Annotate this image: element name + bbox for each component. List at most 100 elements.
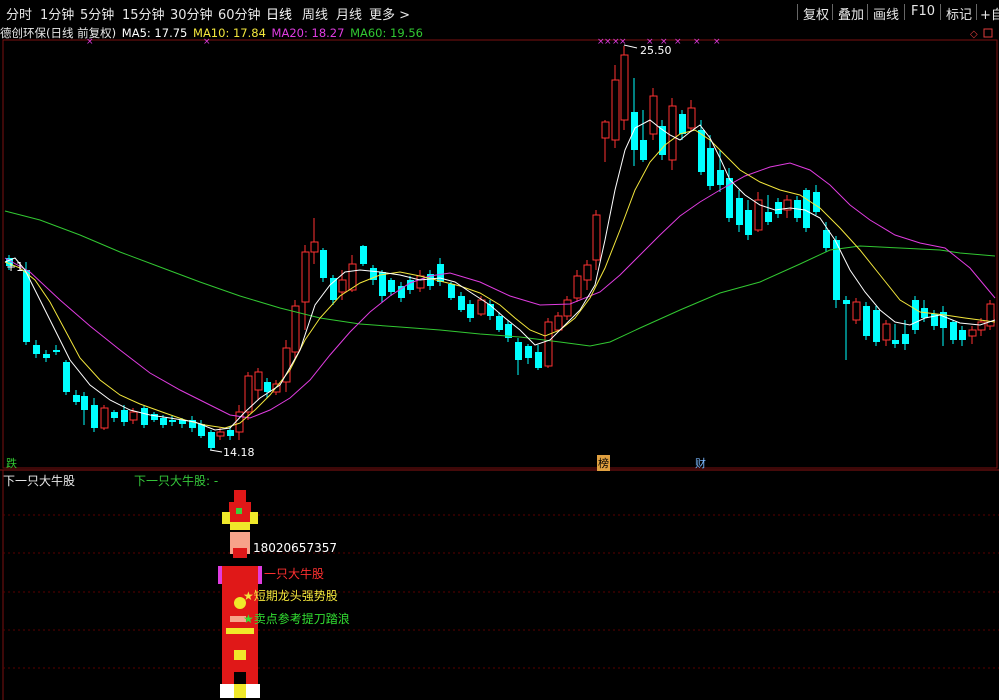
add-watchlist-button[interactable]: +自选 (980, 4, 999, 23)
candle-body (53, 350, 60, 352)
signal-x-marker: × (674, 37, 682, 47)
candle-body (882, 323, 891, 341)
candle-body (111, 412, 118, 418)
tab-1min[interactable]: 1分钟 (40, 4, 74, 23)
ma5-line (4, 119, 996, 431)
chart-canvas[interactable]: × × × × × × × × × × × 25.50 14.18 ◇ +1 (0, 0, 999, 700)
mark-button[interactable]: 标记 (946, 4, 972, 23)
candle-body (775, 202, 782, 214)
candle-body (458, 296, 465, 310)
candle-body (968, 329, 977, 337)
candle-body (129, 411, 138, 421)
candle-body (73, 395, 80, 402)
candle-body (679, 114, 686, 134)
candle-body (959, 330, 966, 340)
candle-body (950, 322, 957, 340)
restore-icon[interactable] (983, 28, 993, 38)
candle-body (320, 250, 327, 278)
event-marker-cai[interactable]: 财 (694, 455, 707, 471)
candle-body (687, 107, 696, 129)
candle-body (301, 251, 310, 303)
ma5-value: MA5: 17.75 (121, 26, 188, 40)
tab-5min[interactable]: 5分钟 (80, 4, 114, 23)
promo-line-3: ★卖点参考提刀踏浪 (243, 612, 350, 626)
candle-body (726, 178, 733, 218)
ma60-value: MA60: 19.56 (350, 26, 423, 40)
candle-body (91, 405, 98, 428)
candle-body (496, 316, 503, 330)
candle-body (100, 407, 109, 429)
candle-body (477, 299, 486, 315)
tab-monthly[interactable]: 月线 (336, 4, 362, 23)
candle-body (525, 346, 532, 358)
candle-body (843, 300, 850, 304)
sub-panel-title[interactable]: 下一只大牛股 (3, 472, 75, 489)
candle-body (649, 95, 658, 135)
tab-more[interactable]: 更多 > (369, 4, 410, 23)
candle-body (379, 272, 386, 296)
candle-body (264, 382, 271, 392)
candle-body (360, 246, 367, 264)
toolbar-divider (832, 4, 833, 20)
candle-body (23, 270, 30, 342)
tab-daily[interactable]: 日线 (266, 4, 292, 23)
candle-body (902, 334, 909, 344)
candle-body (515, 342, 522, 360)
candle-body (765, 212, 772, 222)
tab-30min[interactable]: 30分钟 (170, 4, 213, 23)
chart-legend: 德创环保(日线 前复权) MA5: 17.75 MA10: 17.84 MA20… (0, 25, 425, 41)
diamond-icon[interactable]: ◇ (970, 29, 978, 40)
moving-average-lines (4, 119, 996, 431)
candle-body (338, 279, 347, 293)
candle-body (563, 299, 572, 317)
promo-line-1: 一只大牛股 (264, 567, 325, 581)
candle-body (227, 430, 234, 436)
candle-body (863, 306, 870, 336)
candle-body (852, 301, 861, 321)
candle-body (81, 396, 88, 410)
candle-body (398, 286, 405, 298)
candle-body (388, 280, 395, 292)
candle-body (592, 214, 601, 261)
candle-body (544, 321, 553, 367)
candle-body (620, 54, 629, 121)
candle-body (43, 354, 50, 358)
candle-body (448, 284, 455, 298)
candle-body (803, 190, 810, 228)
signal-x-marker: × (693, 37, 701, 47)
candle-body (535, 352, 542, 368)
candle-body (554, 315, 563, 331)
candle-body (813, 192, 820, 212)
stock-title[interactable]: 德创环保(日线 前复权) (0, 26, 116, 40)
overlay-button[interactable]: 叠加 (838, 4, 864, 23)
candle-body (717, 170, 724, 185)
tab-intraday[interactable]: 分时 (6, 4, 32, 23)
candle-body (467, 304, 474, 318)
candle-body (416, 275, 425, 289)
candle-body (254, 371, 263, 391)
tab-60min[interactable]: 60分钟 (218, 4, 261, 23)
high-price-label: 25.50 (640, 44, 672, 57)
candle-body (745, 210, 752, 235)
event-marker-bang[interactable]: 榜 (597, 455, 610, 471)
signal-x-marker: × (604, 37, 612, 47)
ma10-line (4, 129, 996, 429)
candle-body (310, 241, 319, 253)
candle-body (573, 275, 582, 299)
ma20-value: MA20: 18.27 (271, 26, 345, 40)
tab-weekly[interactable]: 周线 (302, 4, 328, 23)
main-panel-frame (2, 39, 998, 469)
draw-line-button[interactable]: 画线 (873, 4, 899, 23)
low-price-leader (209, 449, 223, 453)
event-marker-die[interactable]: 跌 (5, 455, 18, 471)
toolbar-divider (976, 4, 977, 20)
f10-button[interactable]: F10 (911, 4, 935, 19)
phone-number: 18020657357 (253, 541, 337, 555)
crosshair-marker-icon: +1 (6, 260, 24, 274)
toolbar-divider (904, 4, 905, 20)
candle-body (169, 420, 176, 422)
adjust-button[interactable]: 复权 (803, 4, 829, 23)
candle-body (208, 432, 215, 448)
tab-15min[interactable]: 15分钟 (122, 4, 165, 23)
candle-body (668, 105, 677, 161)
